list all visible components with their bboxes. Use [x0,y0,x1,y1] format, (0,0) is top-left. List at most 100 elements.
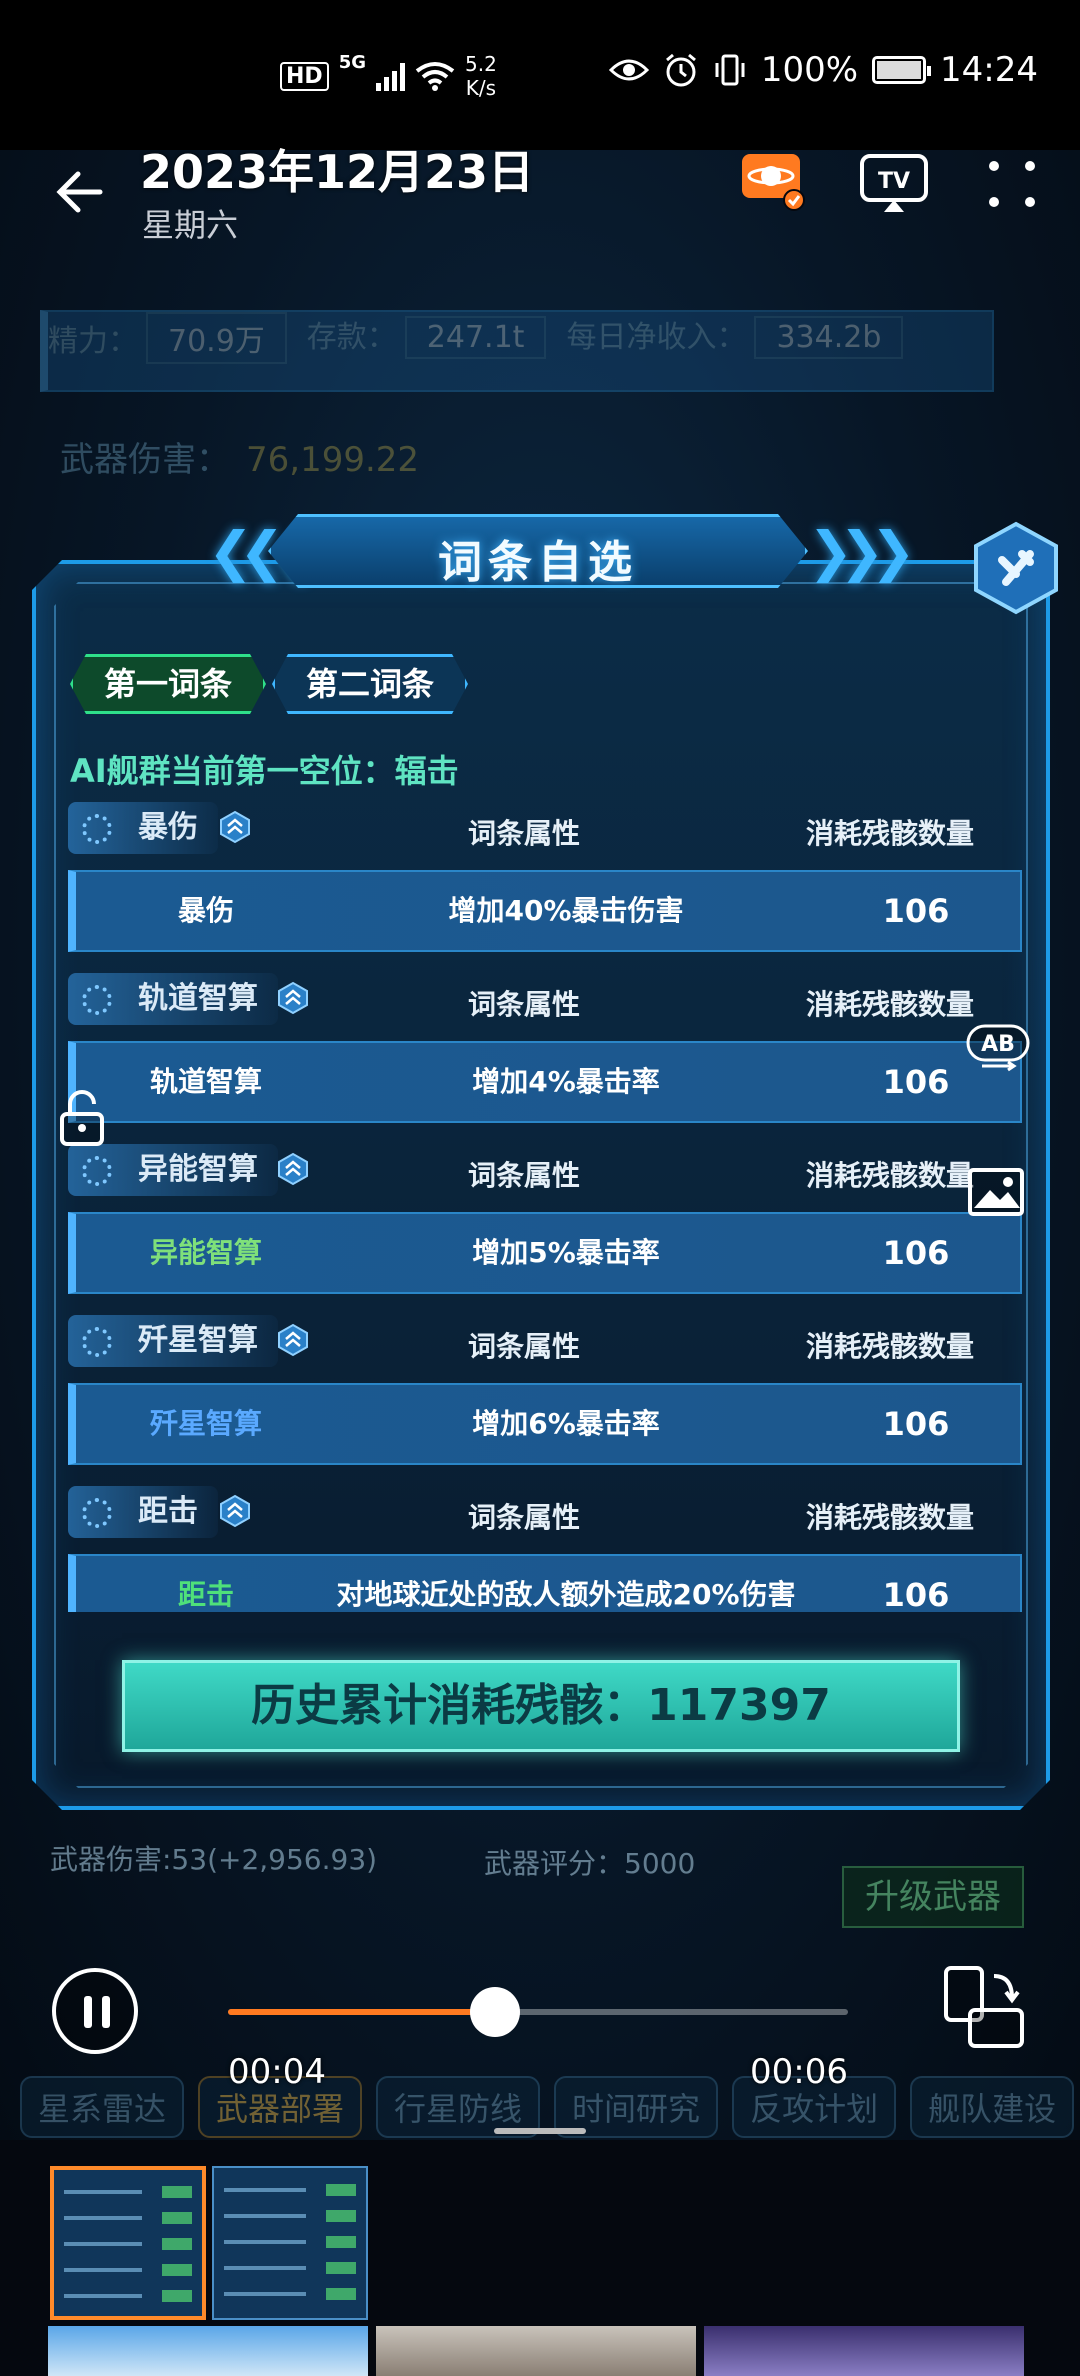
affix-cost: 106 [882,1063,950,1101]
affix-category-pill[interactable]: 暴伤 [68,802,218,854]
weekday-label: 星期六 [142,206,239,244]
loading-ring-icon [82,1156,112,1186]
affix-group: 异能智算 词条属性 消耗残骸数量 异能智算 增加5%暴击率 106 [68,1142,1022,1313]
weapon-damage: 武器伤害： 76,199.22 [60,432,419,481]
planet-cast-icon[interactable] [738,148,808,214]
collapse-up-icon[interactable] [276,1152,310,1186]
affix-group: 歼星智算 词条属性 消耗残骸数量 歼星智算 增加6%暴击率 106 [68,1313,1022,1484]
image-capture-icon[interactable] [966,1164,1028,1222]
loading-ring-icon [82,1327,112,1357]
column-cost-header: 消耗残骸数量 [806,1501,975,1534]
weapon-damage-detail: 武器伤害:53(+2,956.93) [50,1843,378,1876]
translate-ab-icon[interactable]: AB [962,1022,1034,1072]
related-video-thumbnail[interactable] [704,2326,1024,2376]
affix-row[interactable]: 轨道智算 增加4%暴击率 106 [68,1041,1022,1123]
column-cost-header: 消耗残骸数量 [806,988,975,1021]
status-right: 100% 14:24 [608,50,1038,90]
tab-first-affix[interactable]: 第一词条 [70,654,266,714]
pause-icon [84,1996,92,2028]
battery-percent: 100% [760,50,859,90]
signal-icon [376,61,405,91]
affix-group: 距击 词条属性 消耗残骸数量 距击 对地球近处的敌人额外造成20%伤害 106 [68,1484,1022,1612]
affix-row[interactable]: 异能智算 增加5%暴击率 106 [68,1212,1022,1294]
pause-icon [102,1996,110,2028]
video-top-bar: 2023年12月23日 星期六 TV [0,110,1080,250]
page-title: 2023年12月23日 [140,145,535,199]
affix-effect: 增加6%暴击率 [472,1407,660,1440]
tab-galaxy-radar[interactable]: 星系雷达 [20,2076,185,2138]
income-label: 每日净收入： [566,320,747,355]
hd-badge: HD [280,61,329,91]
svg-text:AB: AB [981,1032,1015,1057]
net-speed: 5.2 K/s [465,52,497,100]
current-slot-info: AI舰群当前第一空位：辐击 [70,752,459,790]
next-time: 00:06 [750,2052,848,2092]
power-label: 精力： [48,324,138,359]
affix-category-pill[interactable]: 距击 [68,1486,218,1538]
affix-category-label: 异能智算 [138,1152,258,1187]
affix-group-header: 异能智算 词条属性 消耗残骸数量 [68,1142,1022,1198]
affix-cost: 106 [882,1405,950,1443]
affix-category-pill[interactable]: 轨道智算 [68,973,278,1025]
column-cost-header: 消耗残骸数量 [806,1159,975,1192]
battery-icon [872,56,932,84]
affix-category-label: 距击 [138,1494,198,1529]
frame-thumbnail[interactable] [212,2166,368,2320]
collapse-up-icon[interactable] [276,1323,310,1357]
collapse-up-icon[interactable] [218,1494,252,1528]
network-type: 5G [338,52,366,73]
column-attr-header: 词条属性 [468,988,581,1021]
eye-icon [608,59,649,81]
related-video-thumbnail[interactable] [376,2326,696,2376]
affix-select-dialog: ❮❮❮ 词条自选 ❯❯❯ 第一词条 第二词条 AI舰群当前第一空位：辐击 暴伤 … [18,514,1064,1820]
svg-text:TV: TV [878,169,910,194]
history-total-text: 历史累计消耗残骸：117397 [251,1680,831,1731]
affix-list[interactable]: 暴伤 词条属性 消耗残骸数量 暴伤 增加40%暴击伤害 106 轨道智算 词条属… [68,800,1022,1612]
drag-handle[interactable] [494,2128,586,2134]
seek-bar[interactable] [228,1987,848,2037]
back-arrow-icon[interactable] [50,160,114,224]
column-attr-header: 词条属性 [468,1330,581,1363]
related-video-thumbnail[interactable] [48,2326,368,2376]
affix-name: 暴伤 [177,894,234,927]
affix-group-header: 歼星智算 词条属性 消耗残骸数量 [68,1313,1022,1369]
column-attr-header: 词条属性 [468,1501,581,1534]
affix-row[interactable]: 歼星智算 增加6%暴击率 106 [68,1383,1022,1465]
affix-name: 距击 [177,1578,234,1611]
affix-cost: 106 [882,892,950,930]
column-attr-header: 词条属性 [468,817,581,850]
affix-group: 轨道智算 词条属性 消耗残骸数量 轨道智算 增加4%暴击率 106 [68,971,1022,1142]
rotate-screen-icon[interactable] [940,1964,1026,2054]
affix-row[interactable]: 距击 对地球近处的敌人额外造成20%伤害 106 [68,1554,1022,1612]
affix-category-pill[interactable]: 异能智算 [68,1144,278,1196]
chevron-right-icon: ❯❯❯ [808,520,916,583]
affix-effect: 增加4%暴击率 [472,1065,660,1098]
more-options-icon[interactable] [982,154,1042,214]
frame-thumbnail-strip[interactable] [0,2140,1080,2376]
affix-cost: 106 [882,1576,950,1612]
history-total-banner: 历史累计消耗残骸：117397 [122,1660,960,1752]
affix-name: 歼星智算 [149,1407,262,1440]
loading-ring-icon [82,814,112,844]
tab-fleet-build[interactable]: 舰队建设 [910,2076,1075,2138]
affix-category-label: 轨道智算 [138,981,258,1016]
affix-cost: 106 [882,1234,950,1272]
collapse-up-icon[interactable] [276,981,310,1015]
pause-button[interactable] [52,1968,138,2054]
clock: 14:24 [940,50,1038,90]
unlock-icon[interactable] [56,1088,108,1148]
affix-row[interactable]: 暴伤 增加40%暴击伤害 106 [68,870,1022,952]
deposit-value: 247.1t [404,316,547,359]
close-icon[interactable] [968,520,1064,616]
tv-cast-icon[interactable]: TV [858,150,930,216]
frame-thumbnail[interactable] [50,2166,206,2320]
weapon-score: 武器评分：5000 [484,1847,696,1880]
column-attr-header: 词条属性 [468,1159,581,1192]
tab-second-affix[interactable]: 第二词条 [272,654,468,714]
collapse-up-icon[interactable] [218,810,252,844]
affix-category-pill[interactable]: 歼星智算 [68,1315,278,1367]
affix-name: 轨道智算 [149,1065,262,1098]
affix-effect: 增加40%暴击伤害 [448,894,684,927]
seek-handle[interactable] [469,1987,520,2037]
upgrade-weapon-button[interactable]: 升级武器 [842,1866,1024,1928]
